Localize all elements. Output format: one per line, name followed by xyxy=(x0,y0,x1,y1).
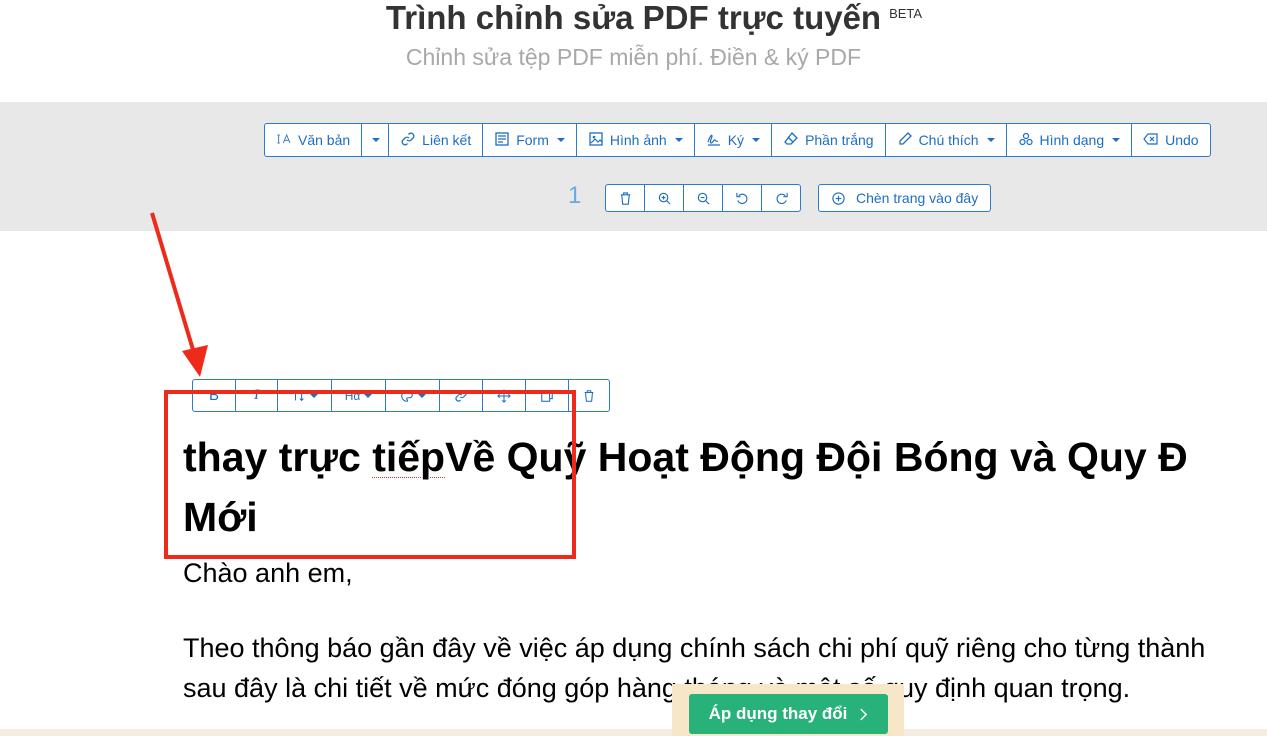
chevron-down-icon xyxy=(372,138,381,142)
shapes-tool-button[interactable]: Hình dạng xyxy=(1007,124,1133,156)
pen-icon xyxy=(897,131,913,150)
rotate-right-icon xyxy=(776,192,788,204)
zoom-in-button[interactable] xyxy=(645,185,684,211)
chevron-down-icon xyxy=(556,138,565,142)
undo-button[interactable]: Undo xyxy=(1132,124,1209,156)
trash-icon xyxy=(584,389,594,402)
backspace-icon xyxy=(1143,131,1159,150)
zoom-in-icon xyxy=(658,192,671,205)
link-tool-button[interactable]: Liên kết xyxy=(389,124,484,156)
document-greeting[interactable]: Chào anh em, xyxy=(183,558,353,589)
shapes-icon xyxy=(1018,131,1034,150)
zoom-out-icon xyxy=(697,192,710,205)
delete-page-button[interactable] xyxy=(606,185,645,211)
chevron-down-icon xyxy=(752,138,761,142)
beta-badge: BETA xyxy=(889,6,923,21)
image-tool-button[interactable]: Hình ảnh xyxy=(577,124,695,156)
bottom-bar xyxy=(0,729,1267,736)
rotate-right-button[interactable] xyxy=(762,185,800,211)
main-toolbar: Văn bản Liên kết Form Hình ảnh Ký Phần t… xyxy=(264,123,1211,157)
chevron-down-icon xyxy=(1112,138,1121,142)
page-number: 1 xyxy=(568,182,582,209)
page-title: Trình chỉnh sửa PDF trực tuyến BETA xyxy=(0,0,1267,36)
highlight-annotation-box xyxy=(164,390,576,559)
text-tool-dropdown[interactable] xyxy=(362,124,390,156)
sign-tool-button[interactable]: Ký xyxy=(695,124,773,156)
plus-circle-icon xyxy=(832,191,845,205)
annotation-arrow-icon xyxy=(150,212,208,377)
signature-icon xyxy=(706,131,722,150)
trash-icon xyxy=(620,191,630,205)
link-icon xyxy=(400,131,416,150)
zoom-out-button[interactable] xyxy=(684,185,723,211)
chevron-right-icon xyxy=(860,708,868,720)
chevron-down-icon xyxy=(674,138,683,142)
page-subtitle: Chỉnh sửa tệp PDF miễn phí. Điền & ký PD… xyxy=(405,44,862,70)
eraser-icon xyxy=(783,131,799,150)
whiteout-tool-button[interactable]: Phần trắng xyxy=(772,124,886,156)
form-tool-button[interactable]: Form xyxy=(483,124,577,156)
text-tool-button[interactable]: Văn bản xyxy=(265,124,363,156)
text-cursor-icon xyxy=(276,131,292,150)
chevron-down-icon xyxy=(986,138,995,142)
form-icon xyxy=(494,131,510,150)
annotate-tool-button[interactable]: Chú thích xyxy=(886,124,1007,156)
rotate-left-button[interactable] xyxy=(723,185,762,211)
page-tools xyxy=(605,184,801,212)
rotate-left-icon xyxy=(735,192,747,204)
image-icon xyxy=(588,131,604,150)
apply-changes-button[interactable]: Áp dụng thay đổi xyxy=(689,694,888,734)
insert-page-button[interactable]: Chèn trang vào đây xyxy=(818,184,992,212)
